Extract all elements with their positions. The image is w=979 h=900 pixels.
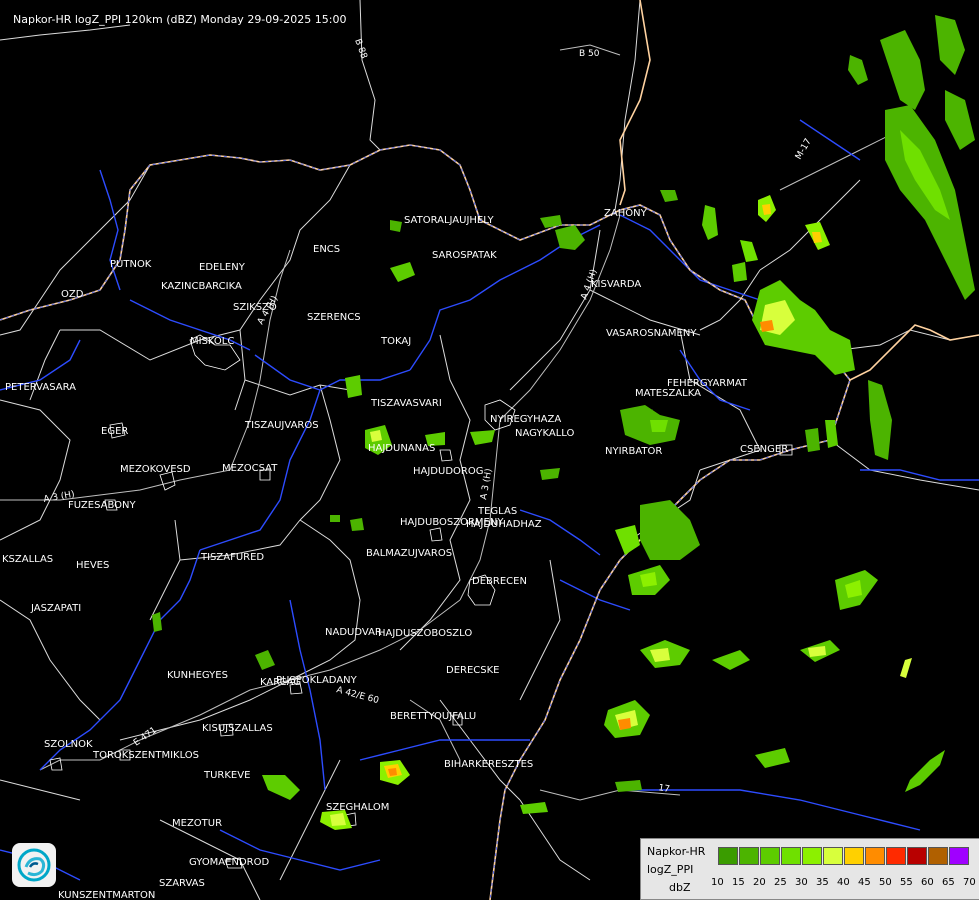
road-label: 17 <box>657 783 670 795</box>
town-outlines <box>49 334 793 869</box>
town-label: MEZOTUR <box>172 818 222 829</box>
town-label: SZARVAS <box>159 878 205 889</box>
legend-tick-label: 35 <box>816 877 829 888</box>
town-label: EDELENY <box>199 262 246 273</box>
town-label: BIHARKERESZTES <box>444 759 533 770</box>
town-label: HAJDUSZOBOSZLO <box>378 628 472 639</box>
radar-logo-icon <box>12 843 56 887</box>
legend-tick-label: 55 <box>900 877 913 888</box>
town-label: TURKEVE <box>203 770 250 781</box>
town-label: HAJDUNANAS <box>368 443 435 454</box>
map-header-title: Napkor-HR logZ_PPI 120km (dBZ) Monday 29… <box>13 13 347 26</box>
legend-tick-label: 10 <box>711 877 724 888</box>
town-label: HEVES <box>76 560 109 571</box>
town-label: TISZAVASVARI <box>370 398 442 409</box>
legend-swatch <box>802 847 822 865</box>
town-label: SZEGHALOM <box>326 802 389 813</box>
legend-tick-label: 65 <box>942 877 955 888</box>
town-label: KSZALLAS <box>2 554 53 565</box>
town-label: PUSPOKLADANY <box>276 675 358 686</box>
town-label: KUNSZENTMARTON <box>58 890 155 900</box>
town-label: DEBRECEN <box>472 576 527 587</box>
town-label: JASZAPATI <box>30 603 81 614</box>
road-label: E 471 <box>132 726 159 749</box>
legend-swatch <box>865 847 885 865</box>
town-label: BERETTYOUJFALU <box>390 711 476 722</box>
town-label: KUNHEGYES <box>167 670 228 681</box>
road-label: M-17 <box>794 137 814 161</box>
town-label: HAJDUHADHAZ <box>466 519 542 530</box>
town-label: OZD <box>61 289 84 300</box>
town-label: MEZOCSAT <box>222 463 278 474</box>
legend-tick-label: 70 <box>963 877 976 888</box>
legend-swatch <box>718 847 738 865</box>
town-label: PUTNOK <box>110 259 152 270</box>
town-label: TOROKSZENTMIKLOS <box>92 750 199 761</box>
legend-unit: dbZ <box>669 881 691 894</box>
legend-swatch <box>844 847 864 865</box>
town-label: MEZOKOVESD <box>120 464 191 475</box>
legend-swatch <box>781 847 801 865</box>
town-label: GYOMAENDROD <box>189 857 269 868</box>
legend-swatch <box>739 847 759 865</box>
road-label: B 88 <box>352 38 368 61</box>
legend-swatches <box>718 847 970 865</box>
town-label: DERECSKE <box>446 665 500 676</box>
town-label: NYIRBATOR <box>605 446 662 457</box>
legend-title: Napkor-HR <box>647 845 706 858</box>
town-label: TISZAUJVAROS <box>244 420 319 431</box>
town-label: FUZESABONY <box>68 500 136 511</box>
legend-tick-label: 25 <box>774 877 787 888</box>
town-label: ENCS <box>313 244 340 255</box>
town-label: NYIREGYHAZA <box>490 414 561 425</box>
town-label: SATORALJAUJHELY <box>404 215 494 226</box>
legend-tick-label: 60 <box>921 877 934 888</box>
town-label: CSENGER <box>740 444 788 455</box>
legend-product: logZ_PPI <box>647 863 694 876</box>
legend-swatch <box>928 847 948 865</box>
town-label: VASAROSNAMENY <box>606 328 697 339</box>
legend-ticks: 10 15 20 25 30 35 40 45 50 55 60 65 70 <box>711 877 979 888</box>
legend-swatch <box>823 847 843 865</box>
legend-tick-label: 30 <box>795 877 808 888</box>
town-label: SZOLNOK <box>44 739 93 750</box>
dbz-legend: Napkor-HR logZ_PPI dbZ 10 15 20 25 30 35 40 45 5… <box>640 838 979 900</box>
legend-tick-label: 50 <box>879 877 892 888</box>
town-label: KAZINCBARCIKA <box>161 281 242 292</box>
legend-tick-label: 40 <box>837 877 850 888</box>
town-label: SZERENCS <box>307 312 361 323</box>
legend-tick-label: 45 <box>858 877 871 888</box>
legend-tick-label: 15 <box>732 877 745 888</box>
legend-swatch <box>949 847 969 865</box>
legend-swatch <box>907 847 927 865</box>
legend-swatch <box>886 847 906 865</box>
town-label: HAJDUDOROG <box>413 466 483 477</box>
town-label: BALMAZUJVAROS <box>366 548 452 559</box>
road-label: A 42/E 60 <box>335 685 380 706</box>
town-label: SAROSPATAK <box>432 250 497 261</box>
town-label: MISKOLC <box>190 336 234 347</box>
town-label: PETERVASARA <box>5 382 76 393</box>
town-label: ZAHONY <box>604 208 648 219</box>
road-label: B 50 <box>579 49 600 59</box>
town-label: TOKAJ <box>380 336 411 347</box>
town-label: KISUJSZALLAS <box>202 723 273 734</box>
town-label: MATESZALKA <box>635 388 701 399</box>
radar-map-view: SATORALJAUJHELY SAROSPATAK ZAHONY PUTNOK… <box>0 0 979 900</box>
town-label: NADUDVAR <box>325 627 382 638</box>
legend-tick-label: 20 <box>753 877 766 888</box>
town-label: KISVARDA <box>591 279 641 290</box>
radar-map[interactable]: SATORALJAUJHELY SAROSPATAK ZAHONY PUTNOK… <box>0 0 979 900</box>
legend-swatch <box>760 847 780 865</box>
town-label: TEGLAS <box>477 506 517 517</box>
town-label: TISZAFURED <box>200 552 264 563</box>
town-label: NAGYKALLO <box>515 428 575 439</box>
town-label: EGER <box>101 426 128 437</box>
